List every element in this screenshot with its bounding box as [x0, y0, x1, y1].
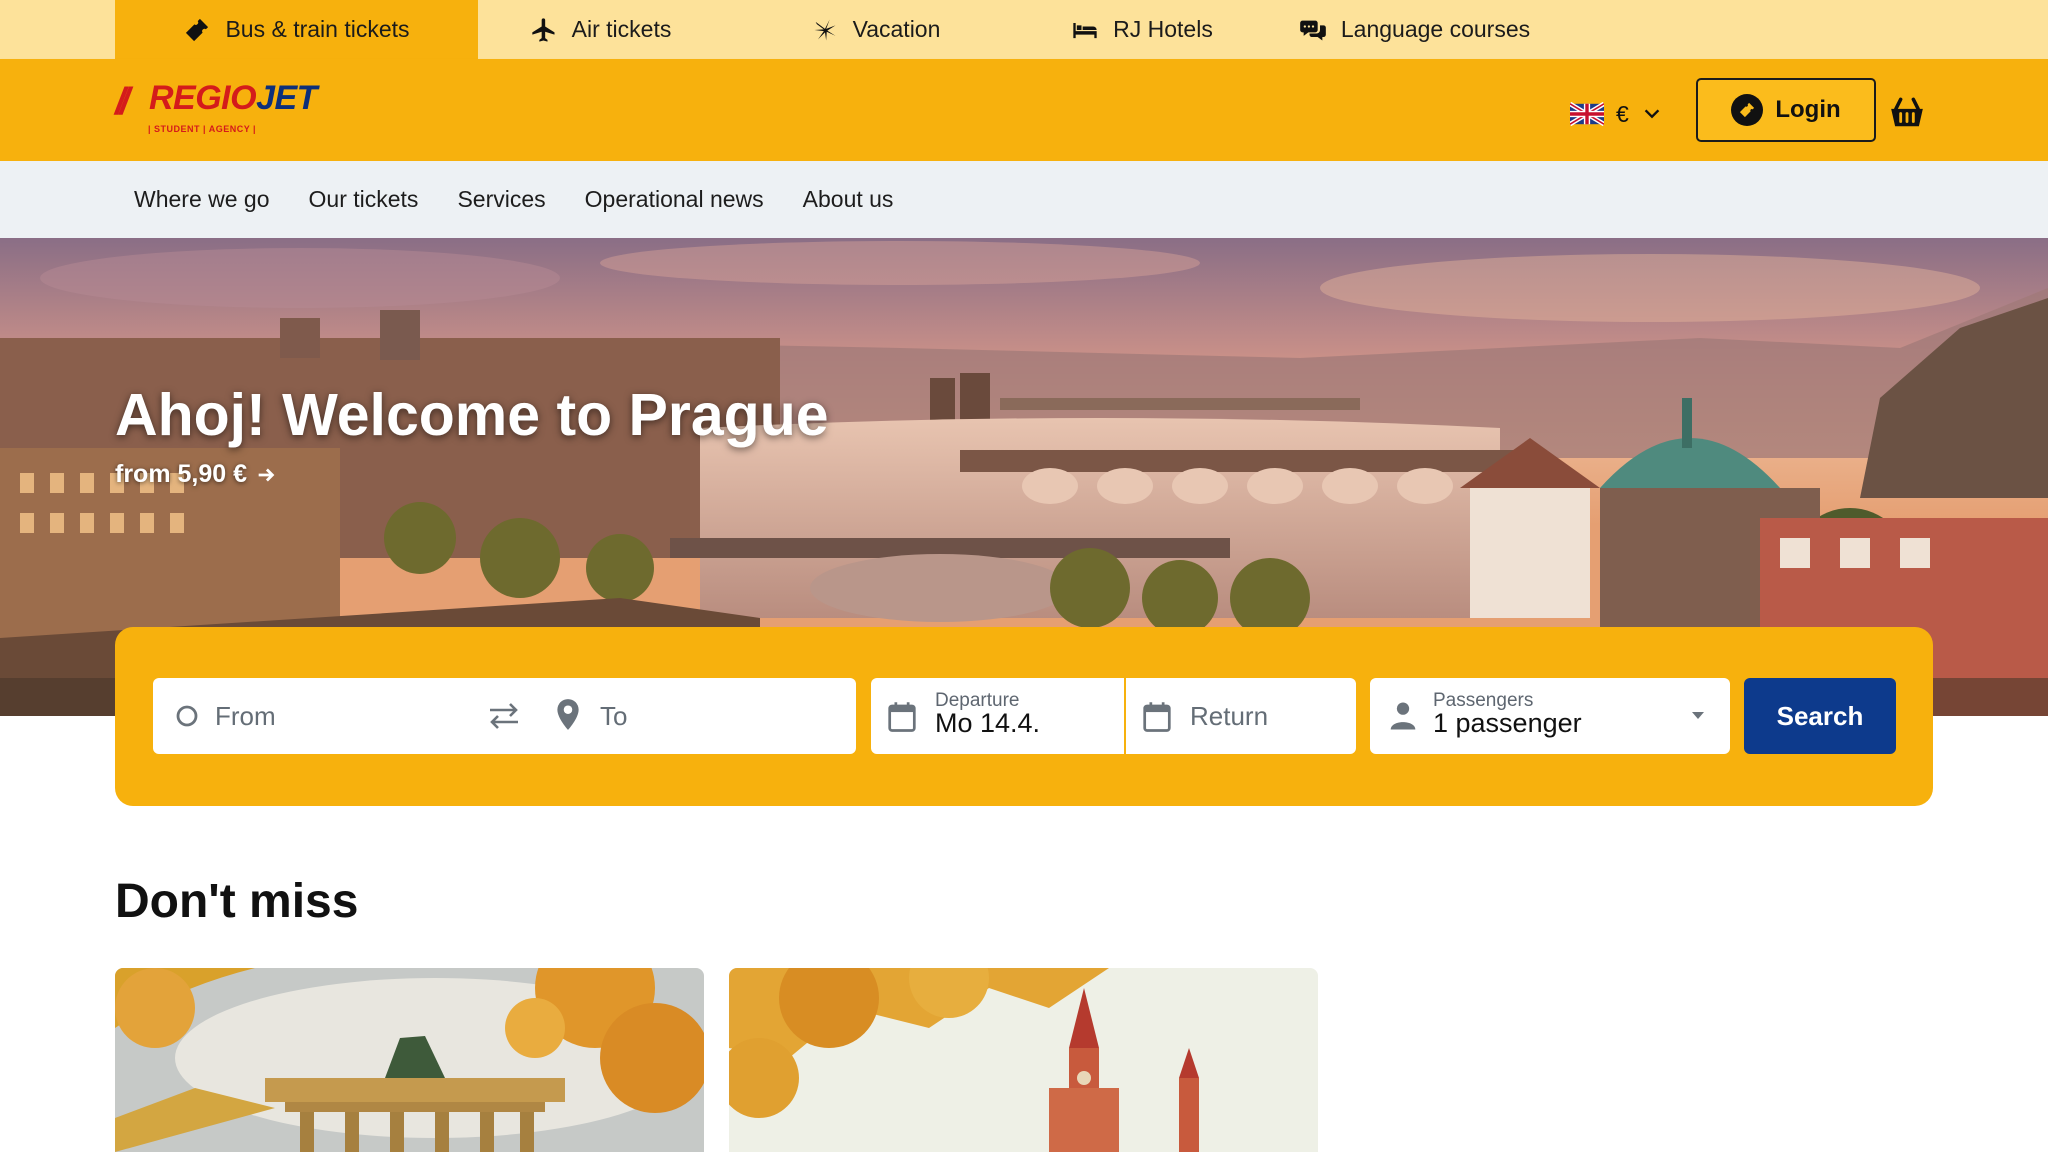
logo-regio: REGIO [149, 79, 257, 117]
chat-bubbles-icon [1300, 20, 1326, 40]
nav-our-tickets[interactable]: Our tickets [309, 186, 419, 213]
logo-mark: // [115, 81, 130, 123]
hero-price-link[interactable]: from 5,90 € [115, 460, 277, 489]
tab-label: Vacation [852, 16, 941, 42]
passengers-select[interactable]: Passengers 1 passenger [1370, 678, 1730, 754]
tab-rj-hotels[interactable]: RJ Hotels [1028, 0, 1256, 59]
swap-icon[interactable] [487, 700, 521, 732]
return-placeholder: Return [1190, 700, 1269, 731]
airplane-icon [531, 17, 555, 42]
basket-icon[interactable] [1888, 93, 1926, 131]
nav-services[interactable]: Services [457, 186, 545, 213]
chevron-down-icon [1644, 109, 1660, 119]
from-input[interactable]: From [215, 701, 276, 732]
tab-label: Language courses [1340, 16, 1531, 42]
product-bar: Bus & train tickets Air tickets Vacation… [0, 0, 2048, 59]
logo-wordmark: REGIOJET [149, 79, 317, 118]
uk-flag-icon [1570, 102, 1604, 126]
hero-price: from 5,90 € [115, 460, 248, 488]
logo-jet: JET [256, 79, 317, 117]
nav-about-us[interactable]: About us [803, 186, 894, 213]
bed-icon [1073, 22, 1097, 38]
tab-air-tickets[interactable]: Air tickets [478, 0, 723, 59]
logo-subtitle: | STUDENT | AGENCY | [148, 124, 257, 134]
tab-bus-train-tickets[interactable]: Bus & train tickets [115, 0, 478, 59]
calendar-icon [888, 702, 916, 732]
nav-operational-news[interactable]: Operational news [585, 186, 764, 213]
page: Bus & train tickets Air tickets Vacation… [0, 0, 2048, 1152]
person-icon [1390, 702, 1416, 730]
return-date-field[interactable]: Return [1126, 678, 1356, 754]
departure-value: Mo 14.4. [935, 708, 1041, 738]
dont-miss-heading: Don't miss [115, 875, 359, 928]
location-pin-icon [557, 699, 579, 730]
calendar-icon [1143, 702, 1171, 732]
currency-label: € [1616, 100, 1629, 127]
ticket-icon [1731, 94, 1764, 126]
offer-card-vienna[interactable] [729, 968, 1318, 1152]
to-input[interactable]: To [600, 701, 627, 732]
login-button[interactable]: Login [1696, 78, 1876, 142]
vienna-church-image [729, 968, 1318, 1152]
origin-circle-icon [176, 705, 198, 727]
tab-label: Air tickets [571, 16, 672, 42]
nav-where-we-go[interactable]: Where we go [134, 186, 270, 213]
login-label: Login [1775, 96, 1841, 123]
tab-label: Bus & train tickets [225, 16, 410, 42]
tab-vacation[interactable]: Vacation [723, 0, 1028, 59]
search-button[interactable]: Search [1744, 678, 1896, 754]
regiojet-logo[interactable]: // REGIOJET | STUDENT | AGENCY | [115, 79, 325, 143]
arrow-right-icon [258, 468, 275, 481]
tab-label: RJ Hotels [1113, 16, 1213, 42]
palm-tree-icon [814, 19, 836, 40]
language-currency-switch[interactable]: € [1570, 94, 1663, 134]
passengers-value: 1 passenger [1433, 708, 1582, 738]
main-nav: Where we go Our tickets Services Operati… [0, 161, 2048, 238]
tab-language-courses[interactable]: Language courses [1256, 0, 1573, 59]
departure-date-field[interactable]: Departure Mo 14.4. [871, 678, 1124, 754]
hero-title: Ahoj! Welcome to Prague [115, 382, 829, 448]
search-panel: From To Departure Mo 14.4. Return Passen… [115, 627, 1933, 806]
route-field: From To [153, 678, 856, 754]
ticket-icon [186, 18, 209, 41]
offer-card-berlin[interactable] [115, 968, 704, 1152]
caret-down-icon [1692, 712, 1704, 719]
brandenburg-gate-image [115, 968, 704, 1152]
header: // REGIOJET | STUDENT | AGENCY | € Login [0, 59, 2048, 161]
